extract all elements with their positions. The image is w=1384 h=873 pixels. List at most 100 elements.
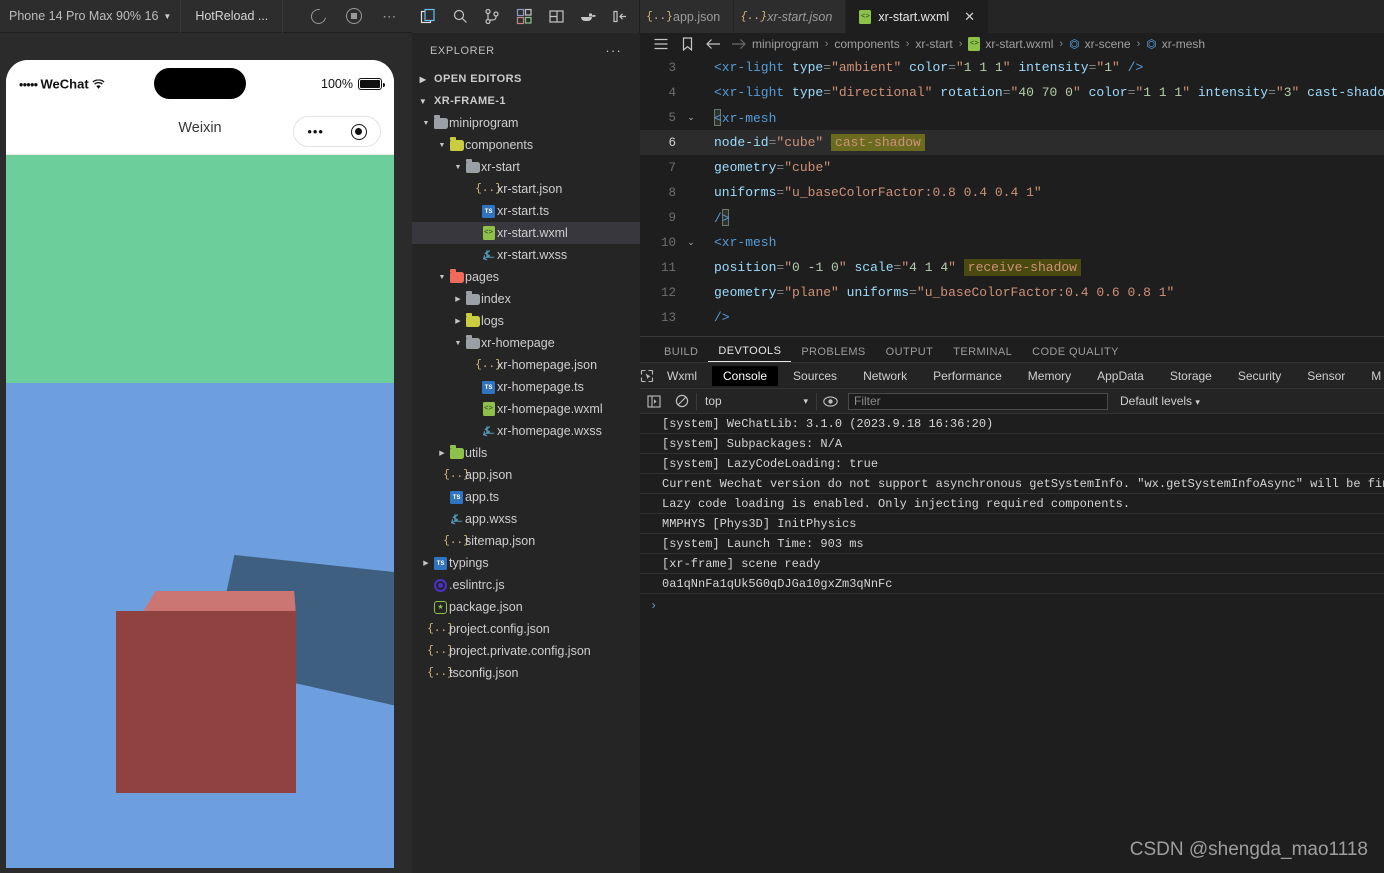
outline-icon[interactable]	[648, 38, 674, 50]
code-line[interactable]: 6 node-id="cube" cast-shadow	[640, 130, 1384, 155]
tree-item-xr-start-wxml[interactable]: <> xr-start.wxml	[412, 222, 640, 244]
tree-item--eslintrc-js[interactable]: .eslintrc.js	[412, 574, 640, 596]
close-icon[interactable]: ✕	[964, 9, 975, 25]
capsule-close-icon[interactable]	[350, 123, 367, 140]
search-icon[interactable]	[444, 0, 476, 33]
more-icon[interactable]: ⋯	[382, 8, 398, 25]
back-arrow-icon[interactable]	[700, 38, 726, 50]
tree-item-pages[interactable]: ▼ pages	[412, 266, 640, 288]
devtools-tab-m[interactable]: M	[1360, 366, 1384, 386]
tree-item-package-json[interactable]: ★ package.json	[412, 596, 640, 618]
devtools-tab-storage[interactable]: Storage	[1159, 366, 1223, 386]
tree-item-xr-start[interactable]: ▼ xr-start	[412, 156, 640, 178]
forward-arrow-icon[interactable]	[726, 38, 752, 50]
wechat-capsule[interactable]: •••	[293, 116, 381, 147]
breadcrumb-item[interactable]: <> xr-start.wxml	[968, 37, 1053, 51]
extensions-icon[interactable]	[508, 0, 540, 33]
explorer-more-icon[interactable]: ···	[605, 43, 622, 58]
devtools-tab-appdata[interactable]: AppData	[1086, 366, 1155, 386]
tree-item-xr-homepage-wxml[interactable]: <> xr-homepage.wxml	[412, 398, 640, 420]
code-line[interactable]: 4 <xr-light type="directional" rotation=…	[640, 80, 1384, 105]
code-line[interactable]: 7 geometry="cube"	[640, 155, 1384, 180]
panel-tab-devtools[interactable]: DEVTOOLS	[708, 345, 792, 362]
tree-item-xr-start-json[interactable]: {..} xr-start.json	[412, 178, 640, 200]
panel-tab-output[interactable]: OUTPUT	[876, 346, 944, 362]
panel-tab-problems[interactable]: PROBLEMS	[791, 346, 875, 362]
tab-xr-start-wxml[interactable]: <> xr-start.wxml ✕	[846, 0, 990, 33]
code-line[interactable]: 12 geometry="plane" uniforms="u_baseColo…	[640, 280, 1384, 305]
console-context-selector[interactable]: top ▾	[696, 392, 816, 410]
xr-scene-preview[interactable]	[6, 155, 394, 868]
tree-item-app-wxss[interactable]: ⍼ app.wxss	[412, 508, 640, 530]
tree-item-app-ts[interactable]: TS app.ts	[412, 486, 640, 508]
fold-toggle[interactable]: ⌄	[682, 113, 700, 123]
bookmark-icon[interactable]	[674, 37, 700, 51]
code-line[interactable]: 5 ⌄ <xr-mesh	[640, 105, 1384, 130]
devtools-tab-performance[interactable]: Performance	[922, 366, 1013, 386]
tree-item-xr-homepage[interactable]: ▼ xr-homepage	[412, 332, 640, 354]
console-levels-selector[interactable]: Default levels ▾	[1108, 394, 1200, 408]
chevron-right-icon[interactable]: ▶	[452, 295, 464, 303]
clear-console-icon[interactable]	[668, 394, 696, 408]
tree-item-sitemap-json[interactable]: {..} sitemap.json	[412, 530, 640, 552]
panel-tab-build[interactable]: BUILD	[654, 346, 708, 362]
collapse-icon[interactable]	[604, 0, 636, 33]
tree-item-xr-start-ts[interactable]: TS xr-start.ts	[412, 200, 640, 222]
breadcrumb-item[interactable]: components	[834, 37, 899, 51]
breadcrumb-item[interactable]: xr-start	[915, 37, 952, 51]
console-prompt[interactable]: ›	[640, 594, 1384, 618]
console-filter-input[interactable]: Filter	[848, 392, 1108, 410]
devtools-tab-sources[interactable]: Sources	[782, 366, 848, 386]
panel-tab-code-quality[interactable]: CODE QUALITY	[1022, 346, 1129, 362]
chevron-right-icon[interactable]: ▶	[420, 559, 432, 567]
inspect-element-icon[interactable]	[640, 369, 654, 383]
stop-record-icon[interactable]	[346, 8, 363, 24]
chevron-right-icon[interactable]: ▶	[436, 449, 448, 457]
section-xr-frame-1[interactable]: ▼ XR-FRAME-1	[412, 90, 640, 112]
devtools-tab-network[interactable]: Network	[852, 366, 918, 386]
devtools-tab-memory[interactable]: Memory	[1017, 366, 1082, 386]
source-control-icon[interactable]	[476, 0, 508, 33]
tab-xr-start-json[interactable]: {..} xr-start.json	[734, 0, 847, 33]
tree-item-xr-start-wxss[interactable]: ⍼ xr-start.wxss	[412, 244, 640, 266]
code-line[interactable]: 8 uniforms="u_baseColorFactor:0.8 0.4 0.…	[640, 180, 1384, 205]
breadcrumb-item[interactable]: miniprogram	[752, 37, 819, 51]
chevron-down-icon[interactable]: ▼	[420, 120, 432, 127]
tree-item-utils[interactable]: ▶ utils	[412, 442, 640, 464]
chevron-down-icon[interactable]: ▼	[436, 274, 448, 281]
tree-item-components[interactable]: ▼ components	[412, 134, 640, 156]
tree-item-project-private-config-json[interactable]: {..} project.private.config.json	[412, 640, 640, 662]
explorer-icon[interactable]	[412, 0, 444, 33]
breadcrumb-item[interactable]: ⏣ xr-mesh	[1146, 37, 1205, 51]
device-selector[interactable]: Phone 14 Pro Max 90% 16 ▼	[0, 0, 182, 33]
fold-toggle[interactable]: ⌄	[682, 238, 700, 248]
tree-item-logs[interactable]: ▶ logs	[412, 310, 640, 332]
tree-item-xr-homepage-wxss[interactable]: ⍼ xr-homepage.wxss	[412, 420, 640, 442]
tree-item-project-config-json[interactable]: {..} project.config.json	[412, 618, 640, 640]
docker-icon[interactable]	[572, 0, 604, 33]
section-open-editors[interactable]: ▶ OPEN EDITORS	[412, 68, 640, 90]
devtools-tab-security[interactable]: Security	[1227, 366, 1292, 386]
tab-app-json[interactable]: {..} app.json	[640, 0, 735, 33]
code-editor[interactable]: 3 <xr-light type="ambient" color="1 1 1"…	[640, 55, 1384, 336]
chevron-right-icon[interactable]: ▶	[452, 317, 464, 325]
chevron-down-icon[interactable]: ▼	[452, 164, 464, 171]
breadcrumb-item[interactable]: ⏣ xr-scene	[1069, 37, 1131, 51]
live-expression-icon[interactable]	[816, 392, 844, 410]
tree-item-xr-homepage-json[interactable]: {..} xr-homepage.json	[412, 354, 640, 376]
hotreload-button[interactable]: HotReload ...	[181, 0, 284, 33]
panel-tab-terminal[interactable]: TERMINAL	[943, 346, 1022, 362]
console-sidebar-icon[interactable]	[640, 394, 668, 408]
code-line[interactable]: 13 />	[640, 305, 1384, 330]
layout-icon[interactable]	[540, 0, 572, 33]
code-line[interactable]: 9 />	[640, 205, 1384, 230]
tree-item-typings[interactable]: ▶ TS typings	[412, 552, 640, 574]
tree-item-xr-homepage-ts[interactable]: TS xr-homepage.ts	[412, 376, 640, 398]
code-line[interactable]: 3 <xr-light type="ambient" color="1 1 1"…	[640, 55, 1384, 80]
devtools-tab-wxml[interactable]: Wxml	[656, 366, 708, 386]
devtools-tab-sensor[interactable]: Sensor	[1296, 366, 1356, 386]
capsule-menu-icon[interactable]: •••	[307, 124, 324, 139]
devtools-tab-console[interactable]: Console	[712, 365, 779, 386]
refresh-icon[interactable]	[308, 5, 330, 27]
chevron-down-icon[interactable]: ▼	[436, 142, 448, 149]
